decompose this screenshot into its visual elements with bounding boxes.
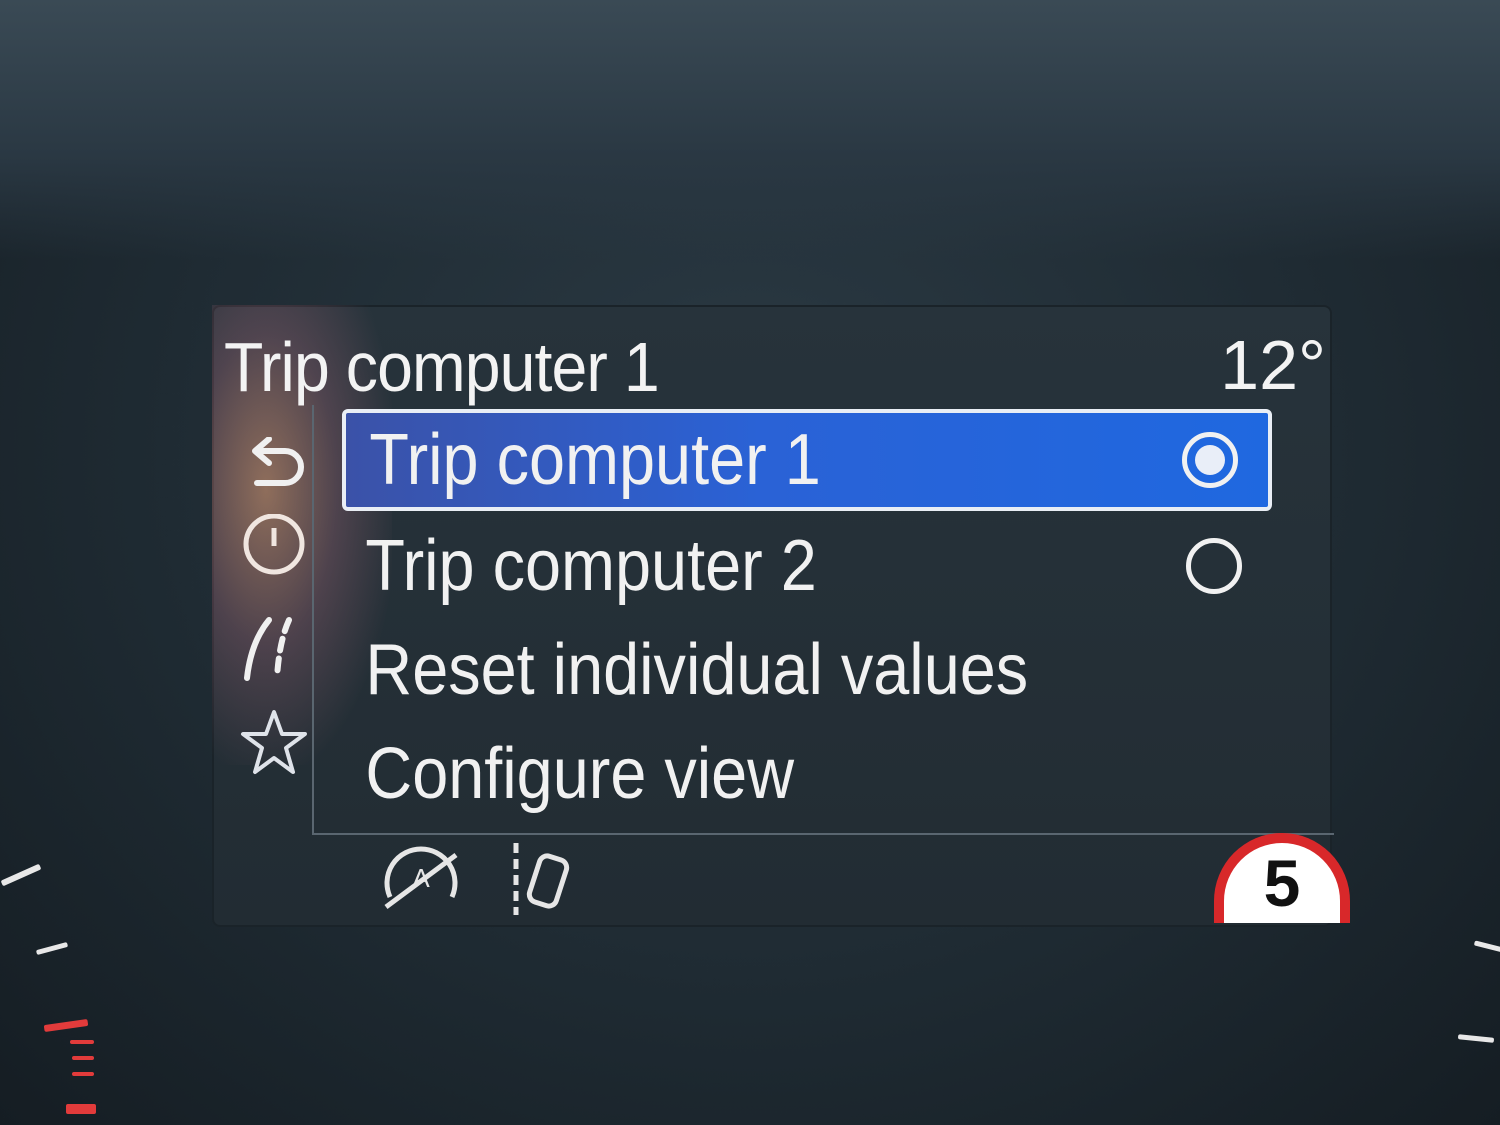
menu-item-reset-individual-values[interactable]: Reset individual values <box>342 619 1272 721</box>
cluster-display: Trip computer 1 12° Trip computer 1 Trip… <box>212 305 1350 927</box>
gauge-tick-red <box>72 1072 94 1076</box>
menu-item-label: Trip computer 1 <box>369 420 821 500</box>
radio-selected-icon[interactable] <box>1182 432 1238 488</box>
menu-item-label: Configure view <box>365 734 795 814</box>
gauge-tick-red <box>66 1104 96 1114</box>
page-title: Trip computer 1 <box>224 328 660 406</box>
lane-keep-assist-icon <box>510 839 580 924</box>
status-bar: A 5 <box>372 833 1350 924</box>
gauge-tick <box>0 863 42 887</box>
menu-list: Trip computer 1 Trip computer 2 Reset in… <box>312 405 1334 835</box>
menu-item-label: Reset individual values <box>365 630 1029 710</box>
auto-start-stop-off-icon: A <box>376 841 466 922</box>
speed-limit-sign: 5 <box>1214 833 1350 923</box>
outside-temperature: 12° <box>1220 326 1326 404</box>
clock-icon[interactable] <box>232 507 316 591</box>
road-lane-icon[interactable] <box>232 605 316 689</box>
menu-item-configure-view[interactable]: Configure view <box>342 723 1272 825</box>
back-arrow-icon[interactable] <box>232 425 316 509</box>
menu-item-trip-computer-2[interactable]: Trip computer 2 <box>342 515 1272 617</box>
gauge-tick <box>35 941 69 956</box>
menu-item-label: Trip computer 2 <box>365 526 817 606</box>
sidebar <box>232 425 316 835</box>
gauge-tick-red <box>70 1040 94 1044</box>
menu-item-trip-computer-1[interactable]: Trip computer 1 <box>342 409 1272 511</box>
gauge-tick <box>1457 1034 1495 1043</box>
gauge-tick-red <box>72 1056 94 1060</box>
gauge-tick-red <box>43 1018 89 1033</box>
star-icon[interactable] <box>232 701 316 785</box>
instrument-bezel <box>0 0 1500 260</box>
gauge-tick <box>1473 940 1500 953</box>
radio-unselected-icon[interactable] <box>1186 538 1242 594</box>
